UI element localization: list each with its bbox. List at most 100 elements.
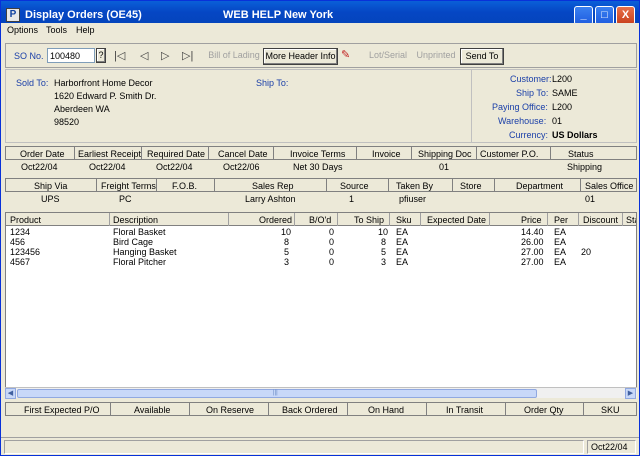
col-bod[interactable]: B/O'd (309, 215, 331, 225)
col-on-hand: On Hand (368, 405, 405, 415)
last-icon[interactable]: ▷| (182, 49, 193, 62)
to-ship-cell: 3 (381, 257, 387, 267)
price-cell: 27.00 (521, 257, 544, 267)
order-lines-grid[interactable]: Product Description Ordered B/O'd To Shi… (5, 212, 637, 398)
bill-of-lading-button[interactable]: Bill of Lading (207, 48, 261, 65)
col-freight-terms: Freight Terms (101, 181, 156, 191)
status-value: Shipping (567, 162, 603, 172)
shipto-value: SAME (552, 88, 578, 98)
table-row[interactable]: 4567 Floral Pitcher 3 0 3 EA 27.00 EA (6, 257, 636, 267)
sold-to-line-3: Aberdeen WA (54, 104, 110, 114)
per-cell: EA (554, 257, 567, 267)
col-per[interactable]: Per (554, 215, 568, 225)
per-cell: EA (554, 227, 567, 237)
invoice-terms-value: Net 30 Days (293, 162, 343, 172)
table-row[interactable]: 123456 Hanging Basket 5 0 5 EA 27.00 EA … (6, 247, 636, 257)
shipping-doc-value: 01 (439, 162, 450, 172)
col-to-ship[interactable]: To Ship (354, 215, 384, 225)
so-number-field[interactable]: 100480 (47, 48, 95, 63)
edit-icon[interactable]: ✎ (341, 48, 350, 61)
horizontal-scrollbar[interactable]: ◀ ||| ▶ (5, 387, 637, 399)
shipping-header-row: Ship Via Freight Terms F.O.B. Sales Rep … (5, 178, 637, 192)
sku-cell: EA (396, 247, 409, 257)
ordered-cell: 8 (284, 237, 290, 247)
product-cell: 456 (10, 237, 26, 247)
per-cell: EA (554, 247, 567, 257)
table-row[interactable]: 456 Bird Cage 8 0 8 EA 26.00 EA (6, 237, 636, 247)
scroll-grip: ||| (273, 390, 278, 396)
main-window: P Display Orders (OE45) WEB HELP New Yor… (0, 0, 640, 456)
col-description[interactable]: Description (113, 215, 158, 225)
table-row[interactable]: 1234 Floral Basket 10 0 10 EA 14.40 EA (6, 227, 636, 237)
col-ordered[interactable]: Ordered (259, 215, 292, 225)
ordered-cell: 3 (284, 257, 290, 267)
title-city: New York (284, 9, 334, 21)
unprinted-button[interactable]: Unprinted (414, 48, 458, 65)
ordered-cell: 5 (284, 247, 290, 257)
col-fob: F.O.B. (172, 181, 198, 191)
so-label: SO No. (14, 51, 44, 61)
col-expected-date[interactable]: Expected Date (427, 215, 486, 225)
status-bar: Oct22/04 (1, 437, 639, 455)
col-earliest-receipt: Earliest Receipt (78, 149, 142, 159)
status-date: Oct22/04 (587, 440, 636, 454)
col-status-truncated[interactable]: Sta (626, 215, 636, 225)
sku-cell: EA (396, 227, 409, 237)
menu-tools[interactable]: Tools (46, 25, 67, 35)
discount-cell: 20 (581, 247, 592, 257)
col-order-date: Order Date (20, 149, 65, 159)
title-help: WEB HELP (223, 9, 282, 21)
lot-serial-button[interactable]: Lot/Serial (366, 48, 410, 65)
first-icon[interactable]: |◁ (114, 49, 125, 62)
col-on-reserve: On Reserve (206, 405, 255, 415)
taken-by-value: pfiuser (399, 194, 427, 204)
per-cell: EA (554, 237, 567, 247)
col-price[interactable]: Price (521, 215, 542, 225)
more-header-info-button[interactable]: More Header Info (263, 48, 338, 65)
col-order-qty: Order Qty (524, 405, 564, 415)
col-sales-rep: Sales Rep (252, 181, 294, 191)
shipping-value-row: UPS PC Larry Ashton 1 pfiuser 01 (5, 193, 637, 206)
sold-to-line-2: 1620 Edward P. Smith Dr. (54, 91, 157, 101)
description-cell: Floral Basket (113, 227, 166, 237)
sales-office-value: 01 (585, 194, 596, 204)
col-sku[interactable]: Sku (396, 215, 412, 225)
currency-value: US Dollars (552, 130, 598, 140)
ship-to-label: Ship To: (256, 78, 289, 88)
bod-cell: 0 (329, 237, 335, 247)
col-customer-po: Customer P.O. (480, 149, 539, 159)
menu-help[interactable]: Help (76, 25, 95, 35)
scroll-left-icon[interactable]: ◀ (5, 388, 16, 399)
paying-office-value: L200 (552, 102, 573, 112)
bod-cell: 0 (329, 247, 335, 257)
inventory-header-row: First Expected P/O Available On Reserve … (5, 402, 637, 416)
prev-icon[interactable]: ◁ (140, 49, 148, 62)
menu-bar: Options Tools Help (1, 23, 639, 39)
next-icon[interactable]: ▷ (161, 49, 169, 62)
description-cell: Floral Pitcher (113, 257, 167, 267)
status-message (4, 440, 584, 454)
sales-rep-value: Larry Ashton (245, 194, 296, 204)
shipto-label: Ship To: (516, 88, 549, 98)
col-first-expected-po: First Expected P/O (24, 405, 100, 415)
product-cell: 1234 (10, 227, 31, 237)
col-source: Source (340, 181, 369, 191)
freight-terms-value: PC (119, 194, 132, 204)
scroll-thumb[interactable]: ||| (17, 389, 537, 398)
sold-to-label: Sold To: (16, 78, 49, 88)
dates-header-row: Order Date Earliest Receipt Required Dat… (5, 146, 637, 160)
scroll-right-icon[interactable]: ▶ (625, 388, 636, 399)
menu-options[interactable]: Options (7, 25, 38, 35)
col-in-transit: In Transit (446, 405, 484, 415)
send-to-button[interactable]: Send To (460, 48, 504, 65)
so-lookup-button[interactable]: ? (96, 48, 106, 63)
required-date-value: Oct22/04 (156, 162, 193, 172)
order-date-value: Oct22/04 (21, 162, 58, 172)
col-product[interactable]: Product (10, 215, 41, 225)
paying-office-label: Paying Office: (492, 102, 548, 112)
col-department: Department (516, 181, 564, 191)
col-discount[interactable]: Discount (583, 215, 618, 225)
toolbar: SO No. 100480 ? |◁ ◁ ▷ ▷| Bill of Lading… (5, 43, 637, 68)
warehouse-value: 01 (552, 116, 563, 126)
sku-cell: EA (396, 257, 409, 267)
